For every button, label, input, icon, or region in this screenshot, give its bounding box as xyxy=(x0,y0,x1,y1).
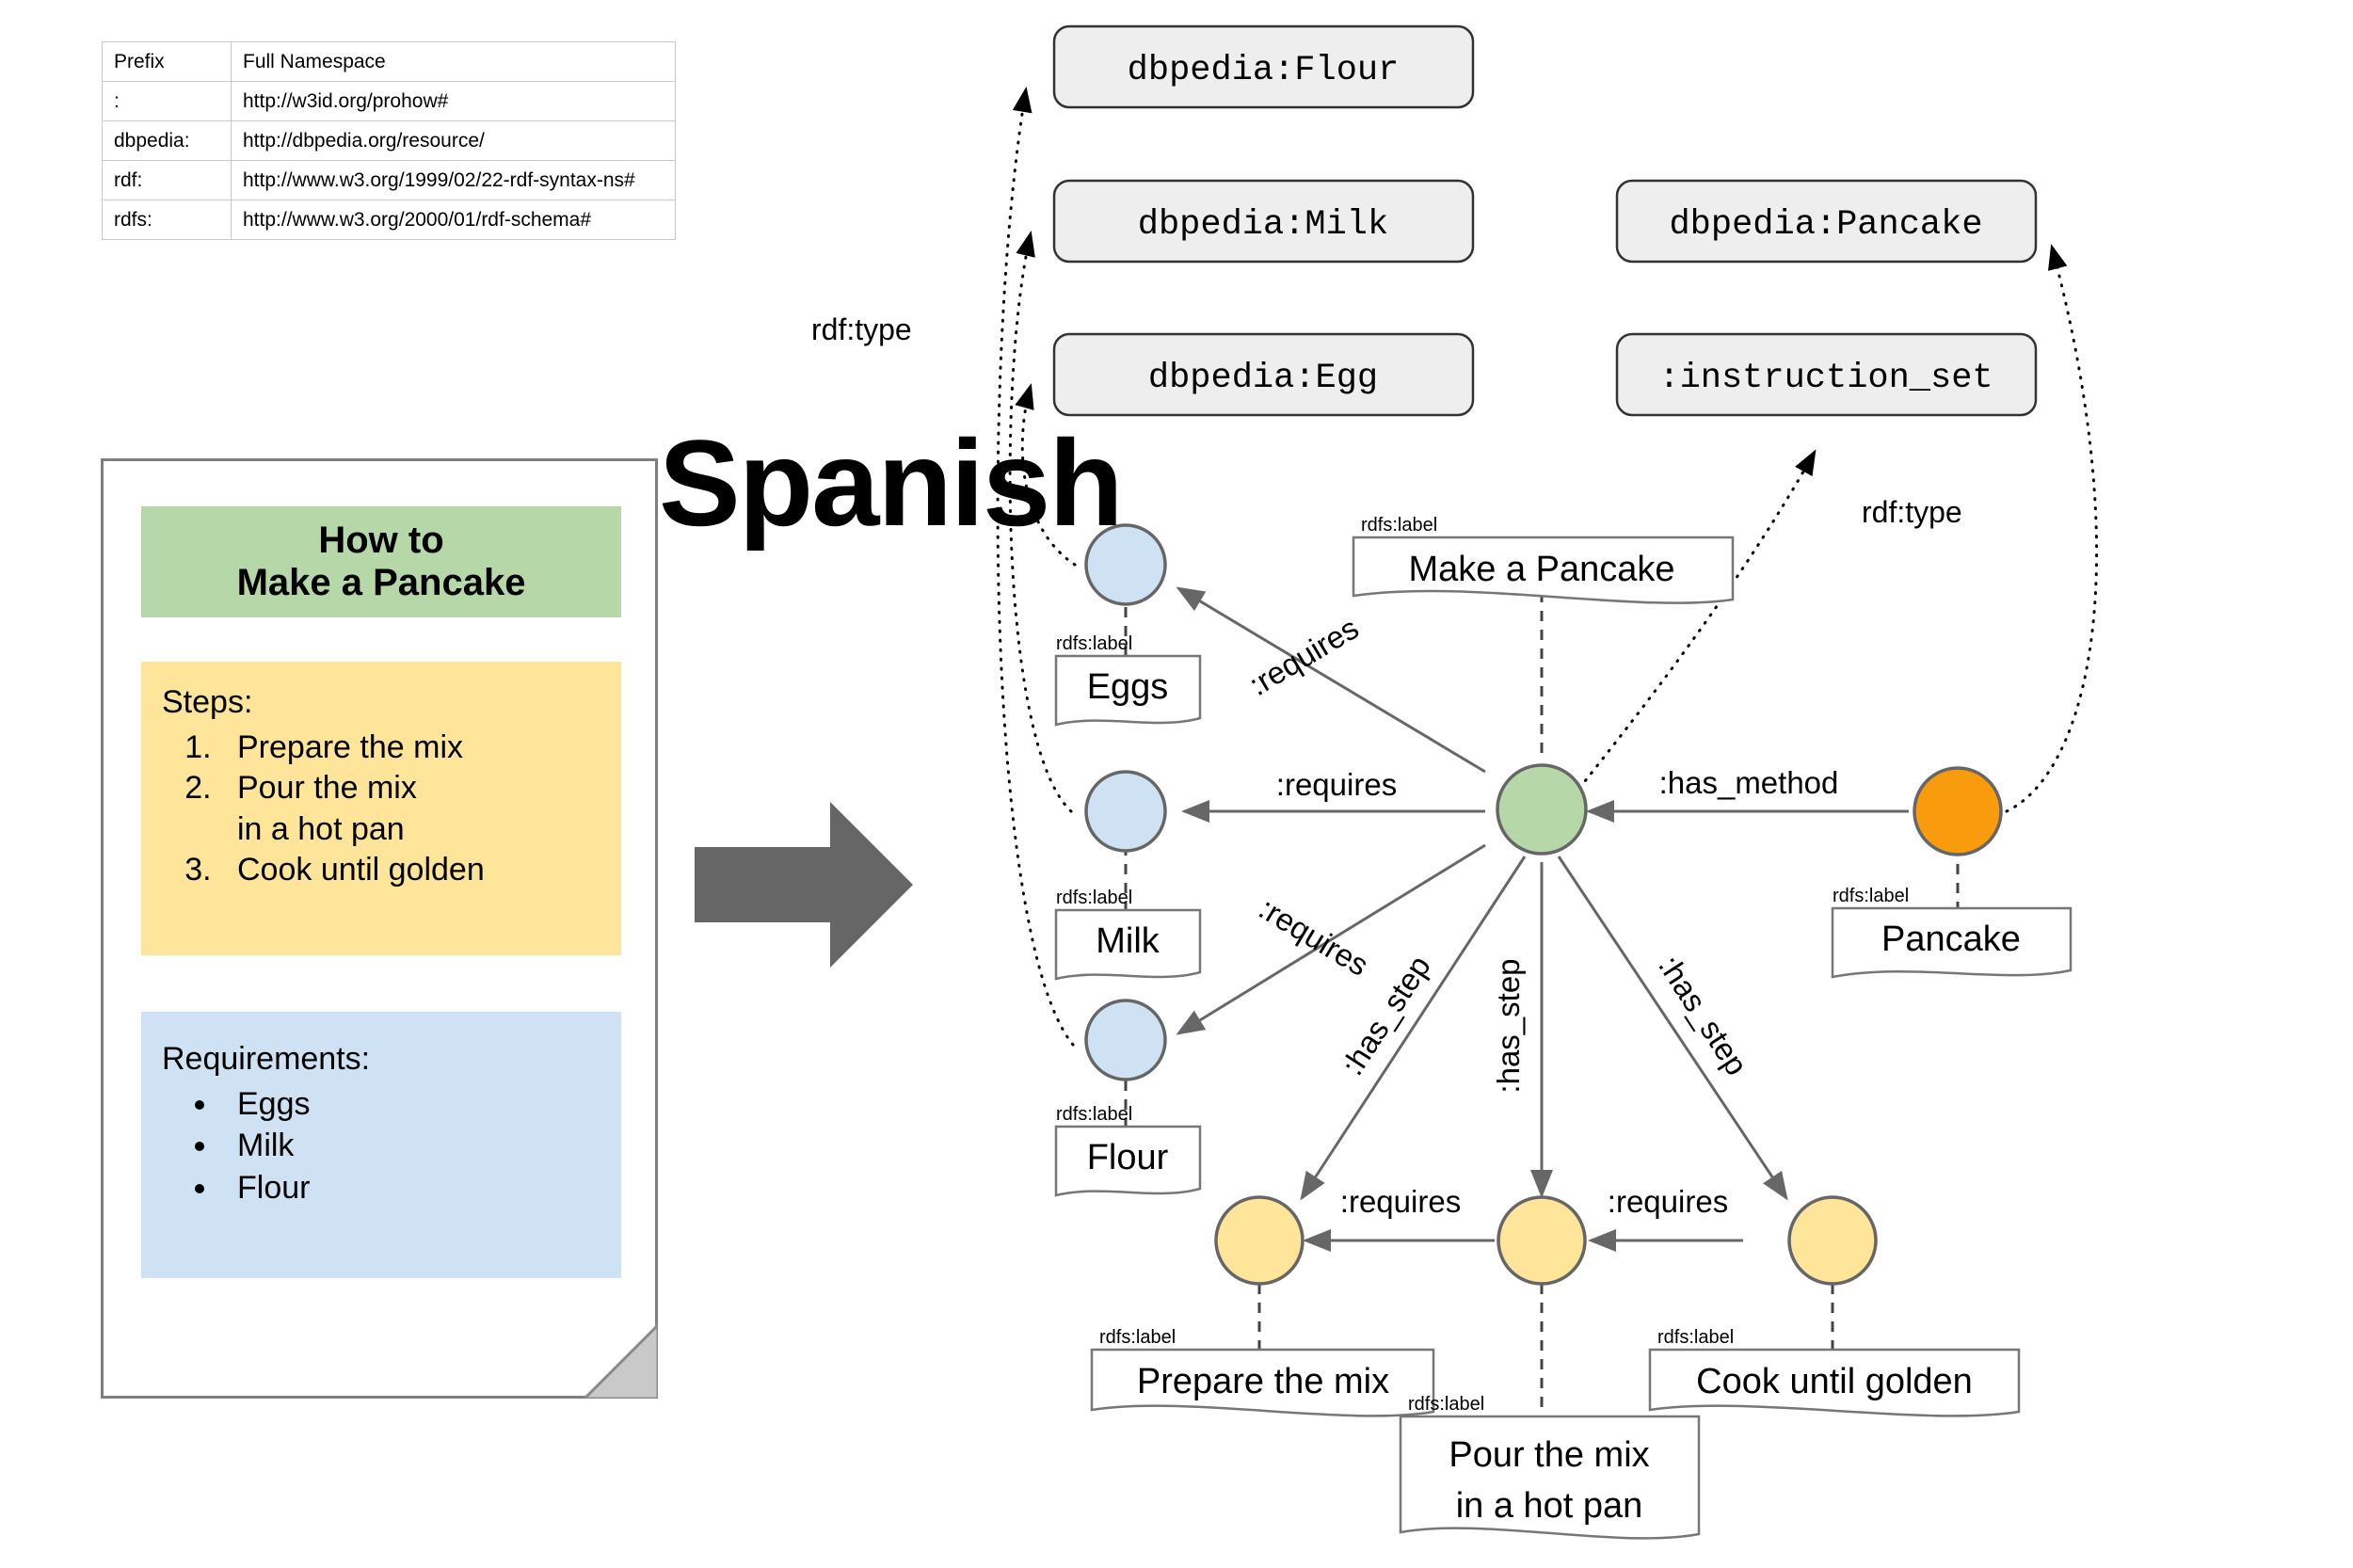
literal-box-eggs: rdfs:label Eggs xyxy=(1054,633,1202,727)
class-box-label: :instruction_set xyxy=(1658,359,1993,398)
literal-box-milk: rdfs:label Milk xyxy=(1054,888,1202,981)
literal-tag: rdfs:label xyxy=(1056,633,1132,654)
literal-value: Flour xyxy=(1087,1138,1169,1177)
edge-main-to-step3 xyxy=(1557,856,1788,1201)
edge-label-has-method: :has_method xyxy=(1659,765,1839,800)
literal-box-step2: rdfs:label Pour the mix in a hot pan xyxy=(1399,1394,1701,1540)
edge-label-has-step-3: :has_step xyxy=(1652,950,1754,1081)
literal-value-line1: Pour the mix xyxy=(1449,1435,1649,1475)
rdf-graph: rdf:type rdf:type dbpedia:Flour dbpedia:… xyxy=(695,24,2099,1540)
literal-box-pancake: rdfs:label Pancake xyxy=(1831,886,2073,979)
class-box-instruction-set[interactable]: :instruction_set xyxy=(1615,332,2038,417)
rdf-type-label-left: rdf:type xyxy=(811,312,912,346)
literal-box-step1: rdfs:label Prepare the mix xyxy=(1090,1327,1435,1417)
node-step3[interactable] xyxy=(1787,1195,1878,1286)
rdf-type-edge-pancake xyxy=(2005,244,2099,813)
node-main-instruction[interactable] xyxy=(1496,763,1588,856)
edge-label-requires-step1: :requires xyxy=(1340,1184,1461,1219)
overlay-language-label: Spanish xyxy=(659,414,1124,552)
literal-box-flour: rdfs:label Flour xyxy=(1054,1104,1202,1197)
literal-value-line2: in a hot pan xyxy=(1456,1486,1643,1526)
class-box-label: dbpedia:Flour xyxy=(1128,51,1400,90)
literal-value: Cook until golden xyxy=(1696,1362,1973,1401)
class-box-label: dbpedia:Pancake xyxy=(1669,205,1982,245)
edge-label-requires-milk: :requires xyxy=(1276,767,1397,802)
literal-value: Milk xyxy=(1096,921,1160,961)
edge-label-requires-step2: :requires xyxy=(1608,1184,1728,1219)
node-flour[interactable] xyxy=(1084,999,1167,1081)
edge-main-to-eggs xyxy=(1176,586,1486,774)
node-pancake[interactable] xyxy=(1913,766,2003,856)
literal-tag: rdfs:label xyxy=(1056,1104,1132,1125)
rdf-type-edge-main xyxy=(1572,449,1817,797)
class-box-egg[interactable]: dbpedia:Egg xyxy=(1052,332,1475,417)
edge-label-has-step-2: :has_step xyxy=(1491,958,1526,1093)
literal-tag: rdfs:label xyxy=(1657,1327,1734,1348)
literal-value: Prepare the mix xyxy=(1137,1362,1389,1401)
literal-value: Pancake xyxy=(1881,920,2021,959)
literal-tag: rdfs:label xyxy=(1833,886,1909,906)
class-box-flour[interactable]: dbpedia:Flour xyxy=(1052,24,1475,109)
literal-box-step3: rdfs:label Cook until golden xyxy=(1648,1327,2021,1417)
class-box-label: dbpedia:Milk xyxy=(1138,205,1388,245)
literal-tag: rdfs:label xyxy=(1056,888,1132,908)
node-step1[interactable] xyxy=(1214,1195,1305,1286)
literal-box-main: rdfs:label Make a Pancake xyxy=(1352,515,1735,604)
class-box-label: dbpedia:Egg xyxy=(1148,359,1378,398)
literal-tag: rdfs:label xyxy=(1099,1327,1176,1348)
transform-arrow-icon xyxy=(695,802,913,968)
literal-value: Make a Pancake xyxy=(1408,550,1674,589)
literal-tag: rdfs:label xyxy=(1408,1394,1484,1415)
edge-label-requires-flour: :requires xyxy=(1253,890,1374,983)
class-box-milk[interactable]: dbpedia:Milk xyxy=(1052,179,1475,264)
class-box-pancake[interactable]: dbpedia:Pancake xyxy=(1615,179,2038,264)
literal-tag: rdfs:label xyxy=(1361,515,1437,536)
node-milk[interactable] xyxy=(1084,770,1167,853)
node-step2[interactable] xyxy=(1497,1195,1587,1286)
rdf-type-label-right: rdf:type xyxy=(1862,495,1962,529)
literal-value: Eggs xyxy=(1087,667,1169,707)
